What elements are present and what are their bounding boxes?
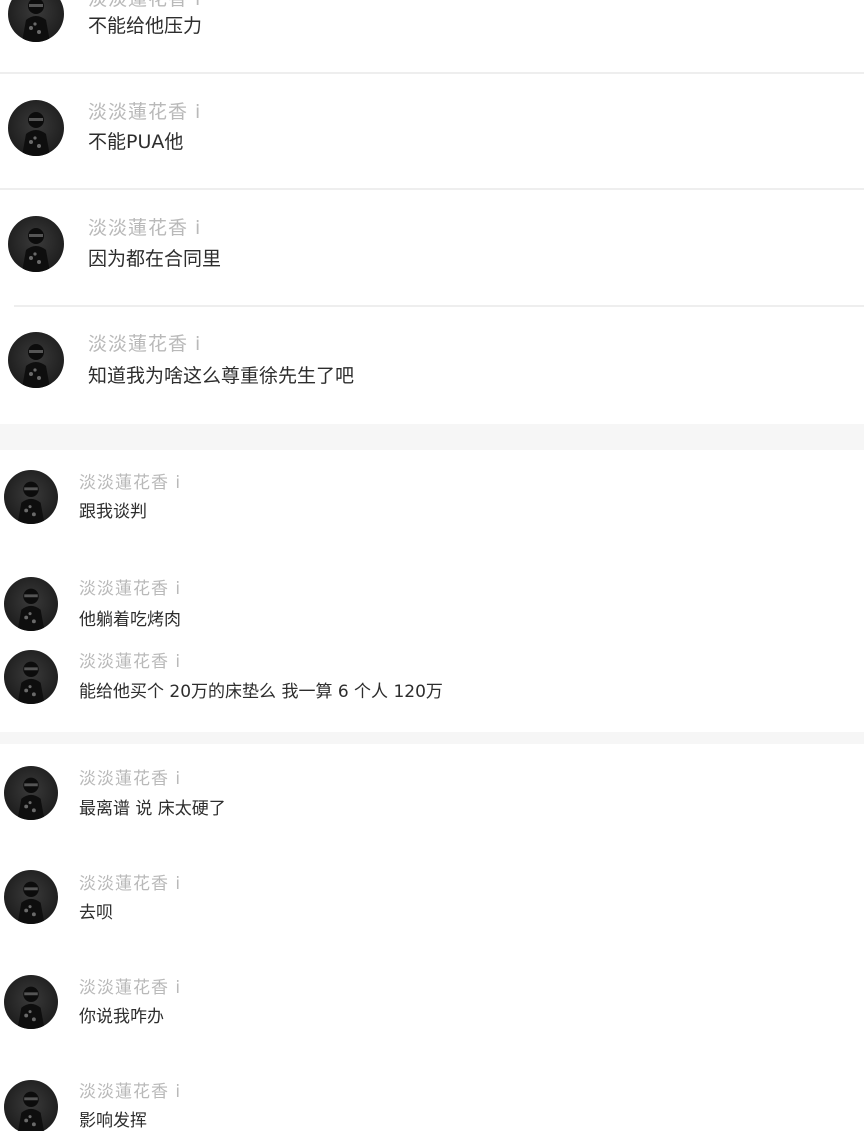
message-text: 影响发挥	[79, 1111, 147, 1131]
message-divider	[0, 72, 864, 74]
user-avatar-icon[interactable]	[4, 470, 58, 524]
user-avatar-icon[interactable]	[4, 1080, 58, 1131]
chat-section-3: 淡淡蓮花香 i 最离谱 说 床太硬了 淡淡蓮花香 i 去呗 淡淡蓮花香 i 你说…	[0, 744, 864, 1131]
message-text: 不能PUA他	[88, 131, 184, 153]
sender-name: 淡淡蓮花香 i	[88, 217, 202, 239]
sender-name: 淡淡蓮花香 i	[79, 579, 182, 599]
message-item[interactable]: 淡淡蓮花香 i 最离谱 说 床太硬了	[0, 762, 864, 842]
sender-name: 淡淡蓮花香 i	[79, 769, 182, 789]
sender-name: 淡淡蓮花香 i	[79, 473, 182, 493]
sender-name: 淡淡蓮花香 i	[79, 874, 182, 894]
message-text: 去呗	[79, 903, 113, 923]
message-item[interactable]: 淡淡蓮花香 i 不能给他压力	[0, 0, 864, 80]
message-text: 他躺着吃烤肉	[79, 610, 181, 630]
message-text: 不能给他压力	[88, 15, 203, 37]
message-item[interactable]: 淡淡蓮花香 i 因为都在合同里	[0, 212, 864, 292]
sender-name: 淡淡蓮花香 i	[79, 652, 182, 672]
message-text: 知道我为啥这么尊重徐先生了吧	[88, 365, 355, 387]
chat-section-1: 淡淡蓮花香 i 不能给他压力 淡淡蓮花香 i 不能PUA他 淡淡蓮花香 i 因为…	[0, 0, 864, 424]
message-text: 你说我咋办	[79, 1007, 164, 1027]
message-item[interactable]: 淡淡蓮花香 i 能给他买个 20万的床垫么 我一算 6 个人 120万	[0, 646, 864, 726]
message-item[interactable]: 淡淡蓮花香 i 你说我咋办	[0, 971, 864, 1051]
message-item[interactable]: 淡淡蓮花香 i 知道我为啥这么尊重徐先生了吧	[0, 328, 864, 408]
message-text: 能给他买个 20万的床垫么 我一算 6 个人 120万	[79, 682, 443, 702]
sender-name: 淡淡蓮花香 i	[88, 333, 202, 355]
user-avatar-icon[interactable]	[8, 216, 64, 272]
chat-screenshot: 淡淡蓮花香 i 不能给他压力 淡淡蓮花香 i 不能PUA他 淡淡蓮花香 i 因为…	[0, 0, 864, 1131]
user-avatar-icon[interactable]	[8, 100, 64, 156]
user-avatar-icon[interactable]	[4, 650, 58, 704]
sender-name: 淡淡蓮花香 i	[88, 0, 201, 11]
message-item[interactable]: 淡淡蓮花香 i 影响发挥	[0, 1076, 864, 1131]
message-text: 因为都在合同里	[88, 248, 222, 270]
chat-section-2: 淡淡蓮花香 i 跟我谈判 淡淡蓮花香 i 他躺着吃烤肉 淡淡蓮花香 i 能给他买…	[0, 450, 864, 732]
sender-name: 淡淡蓮花香 i	[88, 101, 202, 123]
message-divider	[14, 305, 864, 307]
user-avatar-icon[interactable]	[4, 975, 58, 1029]
user-avatar-icon[interactable]	[8, 0, 64, 42]
message-item[interactable]: 淡淡蓮花香 i 去呗	[0, 867, 864, 947]
message-item[interactable]: 淡淡蓮花香 i 他躺着吃烤肉	[0, 572, 864, 652]
user-avatar-icon[interactable]	[4, 766, 58, 820]
user-avatar-icon[interactable]	[4, 577, 58, 631]
user-avatar-icon[interactable]	[4, 870, 58, 924]
user-avatar-icon[interactable]	[8, 332, 64, 388]
sender-name: 淡淡蓮花香 i	[79, 978, 182, 998]
message-item[interactable]: 淡淡蓮花香 i 跟我谈判	[0, 466, 864, 546]
message-item[interactable]: 淡淡蓮花香 i 不能PUA他	[0, 96, 864, 176]
sender-name: 淡淡蓮花香 i	[79, 1082, 182, 1102]
message-text: 跟我谈判	[79, 502, 147, 522]
message-divider	[0, 188, 864, 190]
message-text: 最离谱 说 床太硬了	[79, 799, 226, 819]
